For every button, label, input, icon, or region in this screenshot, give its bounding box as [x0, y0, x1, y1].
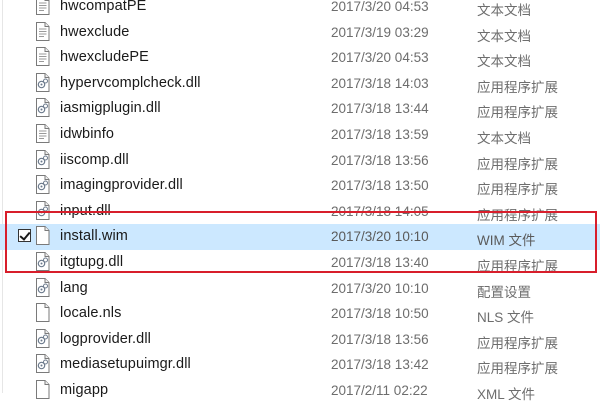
file-name: imagingprovider.dll [60, 177, 183, 194]
file-row[interactable]: input.dll 2017/3/18 14:05 应用程序扩展 [0, 199, 600, 225]
text-file-icon [35, 123, 50, 143]
file-row[interactable]: hwcompatPE 2017/3/20 04:53 文本文档 [0, 0, 600, 20]
file-type: NLS 文件 [477, 310, 535, 326]
file-date-modified: 2017/3/19 03:29 [331, 24, 429, 40]
file-row[interactable]: iiscomp.dll 2017/3/18 13:56 应用程序扩展 [0, 148, 600, 174]
file-row[interactable]: iasmigplugin.dll 2017/3/18 13:44 应用程序扩展 [0, 96, 600, 122]
file-type: 文本文档 [477, 3, 531, 18]
config-file-icon [35, 277, 50, 297]
file-name: iasmigplugin.dll [60, 100, 161, 117]
file-row[interactable]: locale.nls 2017/3/18 10:50 NLS 文件 [0, 301, 600, 327]
file-name: migapp [60, 381, 109, 398]
file-row[interactable]: mediasetupuimgr.dll 2017/3/18 13:42 应用程序扩展 [0, 352, 600, 378]
blank-file-icon [35, 226, 50, 246]
file-name: logprovider.dll [60, 330, 151, 347]
file-date-modified: 2017/3/18 10:50 [331, 306, 429, 322]
file-type: 应用程序扩展 [477, 207, 558, 223]
file-type: 文本文档 [477, 28, 531, 44]
file-list: hwcompatPE 2017/3/20 04:53 文本文档 hwexclude 20… [0, 0, 600, 404]
dll-file-icon [35, 149, 50, 169]
file-date-modified: 2017/3/20 10:10 [331, 280, 429, 296]
file-name: hwcompatPE [60, 0, 147, 14]
file-row[interactable]: imagingprovider.dll 2017/3/18 13:50 应用程序扩展 [0, 173, 600, 199]
dll-file-icon [35, 175, 50, 195]
file-name: hypervcomplcheck.dll [60, 74, 201, 91]
file-date-modified: 2017/3/18 13:59 [331, 126, 429, 142]
file-name: hwexclude [60, 23, 130, 40]
dll-file-icon [35, 98, 50, 118]
file-row[interactable]: migapp 2017/2/11 02:22 XML 文件 [0, 378, 600, 404]
file-row[interactable]: lang 2017/3/20 10:10 配置设置 [0, 276, 600, 302]
dll-file-icon [35, 200, 50, 220]
text-file-icon [35, 47, 50, 67]
blank-file-icon [35, 379, 50, 399]
file-date-modified: 2017/3/18 13:40 [331, 254, 429, 270]
dll-file-icon [35, 251, 50, 271]
file-date-modified: 2017/3/18 13:56 [331, 152, 429, 168]
file-date-modified: 2017/3/18 14:05 [331, 203, 429, 219]
file-name: locale.nls [60, 305, 122, 322]
file-name: install.wim [60, 228, 128, 245]
file-date-modified: 2017/3/18 13:42 [331, 357, 429, 373]
file-type: 应用程序扩展 [477, 361, 558, 377]
dll-file-icon [35, 72, 50, 92]
file-date-modified: 2017/3/18 14:03 [331, 75, 429, 91]
text-file-icon [35, 21, 50, 41]
dll-file-icon [35, 354, 50, 374]
file-type: 配置设置 [477, 284, 531, 300]
file-type: 应用程序扩展 [477, 335, 558, 351]
file-type: WIM 文件 [477, 233, 536, 249]
file-row[interactable]: hypervcomplcheck.dll 2017/3/18 14:03 应用程序扩… [0, 71, 600, 97]
file-type: 应用程序扩展 [477, 182, 558, 198]
file-row[interactable]: hwexcludePE 2017/3/20 04:53 文本文档 [0, 45, 600, 71]
file-name: iiscomp.dll [60, 151, 129, 168]
file-row[interactable]: hwexclude 2017/3/19 03:29 文本文档 [0, 20, 600, 46]
file-name: mediasetupuimgr.dll [60, 356, 191, 373]
file-date-modified: 2017/3/20 04:53 [331, 0, 429, 14]
file-type: 应用程序扩展 [477, 105, 558, 121]
file-row[interactable]: install.wim 2017/3/20 10:10 WIM 文件 [0, 224, 600, 250]
file-date-modified: 2017/3/18 13:56 [331, 331, 429, 347]
file-date-modified: 2017/3/18 13:44 [331, 101, 429, 117]
file-name: idwbinfo [60, 125, 114, 142]
file-name: itgtupg.dll [60, 253, 124, 270]
file-type: 文本文档 [477, 130, 531, 146]
file-type: 文本文档 [477, 54, 531, 70]
file-row[interactable]: idwbinfo 2017/3/18 13:59 文本文档 [0, 122, 600, 148]
file-type: 应用程序扩展 [477, 156, 558, 172]
file-date-modified: 2017/3/20 04:53 [331, 50, 429, 66]
file-row[interactable]: logprovider.dll 2017/3/18 13:56 应用程序扩展 [0, 327, 600, 353]
text-file-icon [35, 0, 50, 15]
file-name: lang [60, 279, 88, 296]
file-date-modified: 2017/3/20 10:10 [331, 229, 429, 245]
blank-file-icon [35, 303, 50, 323]
file-name: hwexcludePE [60, 49, 149, 66]
file-type: 应用程序扩展 [477, 79, 558, 95]
dll-file-icon [35, 328, 50, 348]
file-row[interactable]: itgtupg.dll 2017/3/18 13:40 应用程序扩展 [0, 250, 600, 276]
file-name: input.dll [60, 202, 111, 219]
row-checkbox[interactable] [18, 229, 31, 243]
file-date-modified: 2017/3/18 13:50 [331, 178, 429, 194]
file-type: 应用程序扩展 [477, 258, 558, 274]
file-date-modified: 2017/2/11 02:22 [331, 382, 428, 398]
